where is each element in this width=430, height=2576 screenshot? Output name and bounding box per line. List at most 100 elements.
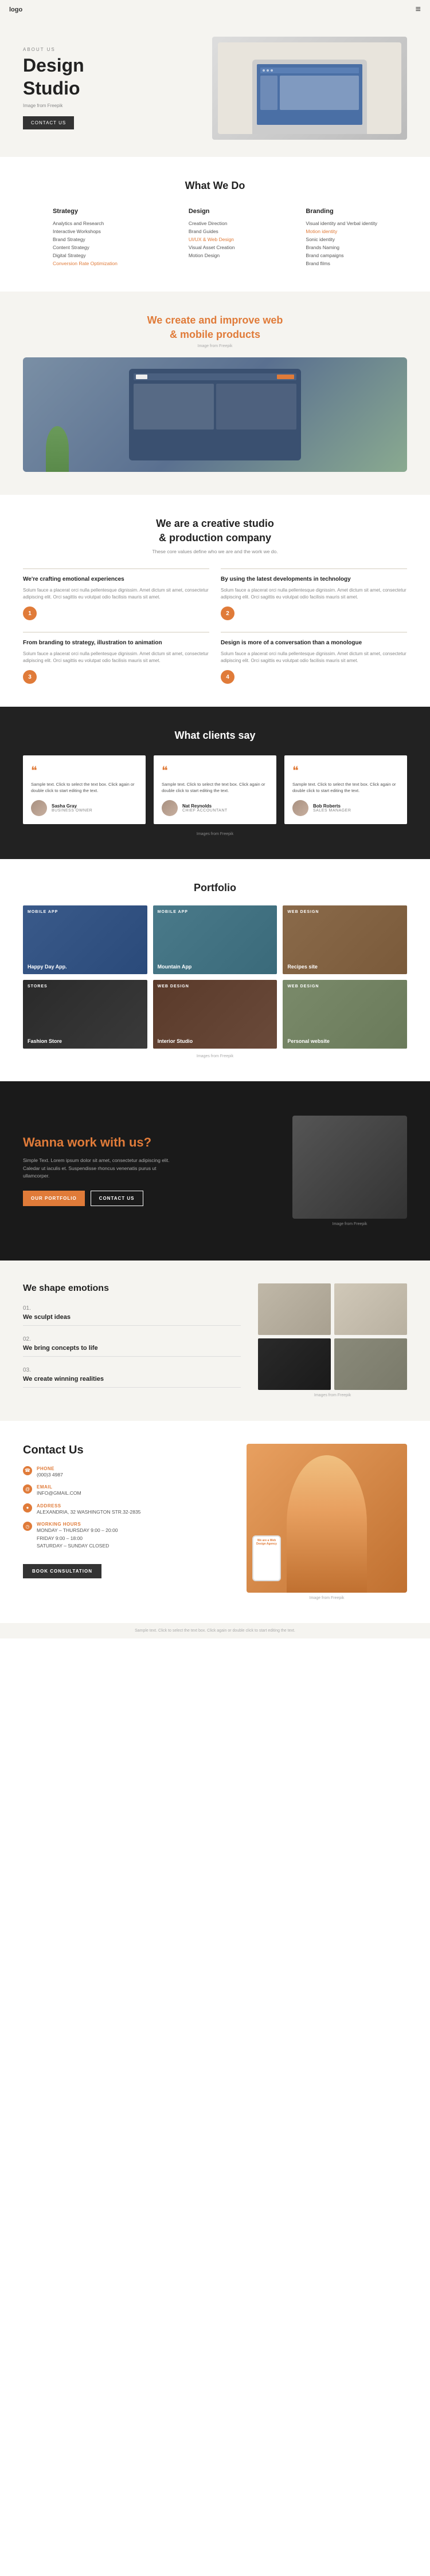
feature-text-1: Solum fauce a placerat orci nulla pellen… [23,587,209,601]
web-mobile-title: We create and improve web [23,314,407,326]
hours-icon: ◷ [23,1522,32,1531]
email-value: INFO@GMAIL.COM [37,1490,81,1498]
design-heading: Design [189,208,235,215]
hero-cta-button[interactable]: CONTACT US [23,116,74,129]
step-divider-3 [23,1387,241,1388]
branding-item: Sonic identity [306,237,377,242]
feature-card-4: Design is more of a conversation than a … [221,632,407,684]
navbar: logo ≡ [0,0,430,19]
portfolio-item-4[interactable]: STORES Fashion Store [23,980,147,1049]
hours-line3: SATURDAY – SUNDAY CLOSED [37,1542,118,1550]
step-num-3: 03. [23,1367,241,1373]
avatar-img-3 [292,800,308,816]
author-info-3: Bob Roberts SALES MANAGER [313,803,351,813]
strategy-item: Brand Strategy [53,237,118,242]
hero-content: ABOUT US Design Studio Image from Freepi… [23,47,84,129]
book-consultation-button[interactable]: BOOK CONSULTATION [23,1564,101,1578]
feature-card-3: From branding to strategy, illustration … [23,632,209,684]
contact-image: We are a Web Design Agency [247,1444,407,1593]
author-role-1: BUSINESS OWNER [52,809,92,813]
email-icon-symbol: @ [25,1487,30,1492]
portfolio-label-1: MOBILE APP [28,910,58,914]
portfolio-name-4: Fashion Store [28,1038,62,1044]
emotions-left: We shape emotions 01. We sculpt ideas 02… [23,1283,241,1398]
emotion-img-2 [334,1283,407,1335]
hero-laptop-mockup [218,42,401,134]
web-mobile-highlight: web [263,314,283,326]
contact-left: Contact Us ☎ PHONE (000)3 4987 @ EMAIL I… [23,1444,229,1579]
portfolio-label-4: STORES [28,984,48,988]
screen-content [260,76,359,110]
emotion-step-3: 03. We create winning realities [23,1367,241,1388]
author-info-2: Nat Reynolds CHIEF ACCOUNTANT [182,803,228,813]
feature-text-2: Solum fauce a placerat orci nulla pellen… [221,587,407,601]
contact-section: Contact Us ☎ PHONE (000)3 4987 @ EMAIL I… [0,1421,430,1623]
email-label: EMAIL [37,1484,81,1490]
feature-text-4: Solum fauce a placerat orci nulla pellen… [221,651,407,664]
avatar-1 [31,800,47,816]
address-icon-symbol: ● [26,1505,29,1510]
feature-num-2: 2 [221,606,234,620]
testimonials-container: ❝ Sample text. Click to select the text … [23,755,407,824]
step-num-2: 02. [23,1336,241,1342]
step-title-1: We sculpt ideas [23,1314,241,1321]
emotion-step-2: 02. We bring concepts to life [23,1336,241,1357]
testimonial-text-3: Sample text. Click to select the text bo… [292,781,399,794]
cs-description: These core values define who we are and … [23,549,407,554]
portfolio-item-5[interactable]: WEB DESIGN Interior Studio [153,980,277,1049]
address-value: ALEXANDRIA, 32 WASHINGTON STR.32-2835 [37,1508,140,1517]
wanna-work-right: Image from Freepik [292,1116,407,1226]
portfolio-label-5: WEB DESIGN [158,984,189,988]
strategy-heading: Strategy [53,208,118,215]
screen-topbar [134,373,296,380]
clients-section: What clients say ❝ Sample text. Click to… [0,707,430,859]
hours-line2: FRIDAY 9:00 – 18:00 [37,1535,118,1543]
dot3 [271,69,273,72]
portfolio-item-1[interactable]: MOBILE APP Happy Day App. [23,905,147,974]
phone-screen-text: We are a Web Design Agency [256,1539,277,1546]
design-item: Visual Asset Creation [189,245,235,250]
step-divider-1 [23,1325,241,1326]
web-mobile-image-credit: Image from Freepik [23,344,407,348]
portfolio-item-2[interactable]: MOBILE APP Mountain App [153,905,277,974]
footer-text: Sample text. Click to select the text bo… [23,1629,407,1633]
phone-label: PHONE [37,1466,63,1471]
services-grid: Strategy Analytics and Research Interact… [23,208,407,269]
phone-mockup: We are a Web Design Agency [252,1535,281,1581]
portfolio-item-6[interactable]: WEB DESIGN Personal website [283,980,407,1049]
emotions-image-credit: Images from Freepik [258,1393,407,1397]
portfolio-item-3[interactable]: WEB DESIGN Recipes site [283,905,407,974]
step-title-3: We create winning realities [23,1376,241,1382]
testimonial-author-1: Sasha Gray BUSINESS OWNER [31,800,138,816]
contact-phone-row: ☎ PHONE (000)3 4987 [23,1466,229,1479]
avatar-3 [292,800,308,816]
contact-button[interactable]: CONTACT US [91,1191,143,1206]
hours-label: WORKING HOURS [37,1522,118,1527]
author-name-3: Bob Roberts [313,803,351,809]
portfolio-label-2: MOBILE APP [158,910,188,914]
hours-line1: MONDAY – THURSDAY 9:00 – 20:00 [37,1527,118,1535]
hero-title-line1: Design [23,56,84,76]
avatar-img-1 [31,800,47,816]
strategy-column: Strategy Analytics and Research Interact… [53,208,118,269]
wanna-work-content: Wanna work with us? Simple Text. Lorem i… [23,1135,183,1206]
what-we-do-section: What We Do Strategy Analytics and Resear… [0,157,430,292]
portfolio-button[interactable]: OUR PORTFOLIO [23,1191,85,1206]
topbar-logo [136,375,147,379]
portfolio-name-3: Recipes site [287,964,318,970]
quote-icon-2: ❝ [162,763,268,778]
what-we-do-title: What We Do [23,180,407,192]
web-mobile-subtitle: & mobile products [23,329,407,341]
address-icon: ● [23,1503,32,1512]
contact-email-row: @ EMAIL INFO@GMAIL.COM [23,1484,229,1498]
phone-icon-symbol: ☎ [25,1468,30,1473]
clients-title: What clients say [23,730,407,742]
hero-section: ABOUT US Design Studio Image from Freepi… [0,19,430,157]
contact-title: Contact Us [23,1444,229,1457]
feature-card-2: By using the latest developments in tech… [221,568,407,620]
strategy-list: Analytics and Research Interactive Works… [53,220,118,266]
contact-hours-info: WORKING HOURS MONDAY – THURSDAY 9:00 – 2… [37,1522,118,1550]
screen-mockup [129,369,301,460]
hero-title-line2: Studio [23,78,84,99]
hamburger-menu[interactable]: ≡ [416,5,421,15]
